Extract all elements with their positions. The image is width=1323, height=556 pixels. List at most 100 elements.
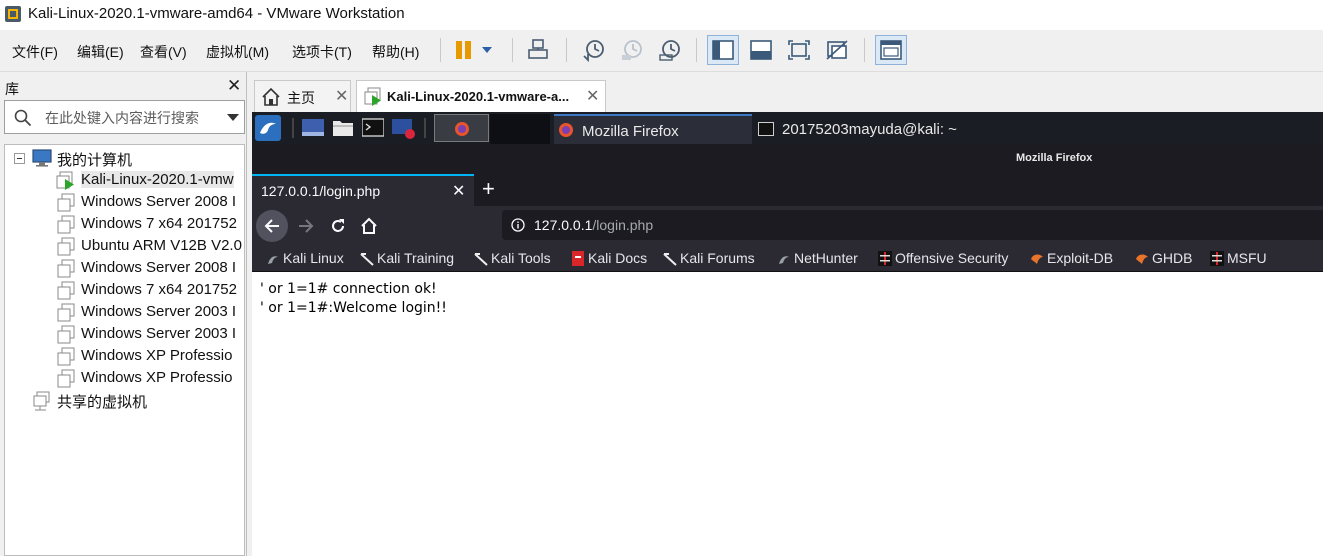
console-view-button[interactable]	[745, 35, 777, 65]
tree-vm-item[interactable]: Windows Server 2003 I	[5, 301, 244, 323]
snapshot-manager-icon	[659, 40, 680, 61]
menu-vm[interactable]: 虚拟机(M)	[206, 42, 269, 62]
file-manager-icon[interactable]	[332, 118, 354, 138]
snapshot-manager-button[interactable]	[654, 35, 686, 65]
vm-icon	[57, 369, 75, 388]
home-button[interactable]	[353, 210, 385, 242]
tree-root-my-computer[interactable]: 我的计算机	[5, 147, 244, 169]
url-host: 127.0.0.1	[534, 217, 593, 233]
tree-vm-label: Windows Server 2008 I	[81, 259, 237, 276]
vm-running-icon	[56, 171, 74, 190]
firefox-tab[interactable]: 127.0.0.1/login.php ✕	[252, 174, 474, 206]
taskbar-firefox-label: Mozilla Firefox	[582, 123, 679, 140]
unity-button[interactable]	[821, 35, 853, 65]
menu-edit[interactable]: 编辑(E)	[77, 42, 124, 62]
firefox-tabbar: 127.0.0.1/login.php ✕ +	[252, 172, 1323, 206]
close-icon[interactable]: ✕	[452, 181, 465, 201]
toolbar-separator	[440, 38, 441, 62]
take-snapshot-button[interactable]	[578, 35, 610, 65]
home-icon	[262, 87, 280, 106]
tree-shared-vms[interactable]: 共享的虚拟机	[5, 389, 244, 411]
search-dropdown-icon[interactable]	[227, 114, 239, 121]
bookmark-label: Kali Forums	[680, 250, 755, 266]
guest-display[interactable]: Mozilla Firefox 20175203mayuda@kali: ~ M…	[252, 112, 1323, 556]
tab-kali-vm[interactable]: Kali-Linux-2020.1-vmware-a... ✕	[356, 80, 606, 112]
tree-shared-label: 共享的虚拟机	[57, 394, 148, 411]
menu-toolbar: 文件(F) 编辑(E) 查看(V) 虚拟机(M) 选项卡(T) 帮助(H)	[0, 30, 1323, 72]
toolbar-separator	[512, 38, 513, 62]
workspace-2[interactable]	[490, 114, 550, 144]
vm-running-icon	[364, 87, 381, 106]
tree-vm-item[interactable]: Windows 7 x64 201752	[5, 279, 244, 301]
reload-button[interactable]	[322, 210, 354, 242]
kali-top-panel: Mozilla Firefox 20175203mayuda@kali: ~	[252, 112, 1323, 144]
send-ctrl-alt-del-button[interactable]	[522, 35, 554, 65]
taskbar-firefox[interactable]: Mozilla Firefox	[554, 114, 752, 144]
bookmark-label: GHDB	[1152, 250, 1193, 266]
terminal-icon	[758, 122, 774, 136]
tree-vm-item[interactable]: Kali-Linux-2020.1-vmw	[5, 169, 244, 191]
send-keys-icon	[528, 39, 548, 59]
library-close-icon[interactable]: ✕	[227, 76, 241, 96]
shared-vms-icon	[33, 391, 50, 411]
menu-tabs[interactable]: 选项卡(T)	[292, 42, 352, 62]
close-icon[interactable]: ✕	[586, 86, 599, 106]
info-icon[interactable]	[511, 218, 525, 232]
vm-tree: 我的计算机 Kali-Linux-2020.1-vmw Windows Serv…	[4, 144, 245, 556]
tab-home[interactable]: 主页 ✕	[254, 80, 351, 112]
back-arrow-icon	[264, 219, 279, 233]
menu-file[interactable]: 文件(F)	[12, 42, 58, 62]
docs-icon	[572, 251, 584, 266]
tree-vm-item[interactable]: Windows Server 2008 I	[5, 257, 244, 279]
bookmark-label: Kali Training	[377, 250, 455, 266]
tree-vm-label: Windows XP Professio	[81, 347, 233, 364]
collapse-icon[interactable]	[14, 153, 25, 164]
unity-icon	[826, 40, 848, 60]
kali-dragon-icon	[360, 253, 374, 266]
tree-vm-label: Windows Server 2008 I	[81, 193, 237, 210]
tree-vm-item[interactable]: Windows 7 x64 201752	[5, 213, 244, 235]
library-search[interactable]	[4, 100, 245, 134]
vm-icon	[57, 303, 75, 322]
tree-vm-item[interactable]: Windows Server 2008 I	[5, 191, 244, 213]
tree-vm-label: Ubuntu ARM V12B V2.0	[81, 237, 242, 254]
search-input[interactable]	[45, 107, 215, 129]
workspace-switcher[interactable]	[434, 114, 489, 142]
url-text: 127.0.0.1/login.php	[534, 217, 653, 233]
tree-vm-item[interactable]: Ubuntu ARM V12B V2.0	[5, 235, 244, 257]
menu-help[interactable]: 帮助(H)	[372, 42, 419, 62]
kali-dragon-icon	[663, 253, 677, 266]
tree-vm-item[interactable]: Windows XP Professio	[5, 367, 244, 389]
screen-recorder-icon[interactable]	[392, 118, 416, 140]
taskbar-terminal[interactable]: 20175203mayuda@kali: ~	[754, 114, 974, 144]
tree-vm-item[interactable]: Windows XP Professio	[5, 345, 244, 367]
show-library-button[interactable]	[707, 35, 739, 65]
bookmark-label: Kali Docs	[588, 250, 648, 266]
kali-menu-icon[interactable]	[255, 115, 281, 141]
result-line-2: ' or 1=1#:Welcome login!!	[260, 300, 447, 316]
thumbnail-bar-button[interactable]	[875, 35, 907, 65]
full-screen-button[interactable]	[783, 35, 815, 65]
pause-button[interactable]	[448, 35, 496, 65]
url-bar[interactable]: 127.0.0.1/login.php	[502, 210, 1323, 240]
kali-dragon-icon	[474, 253, 488, 266]
offsec-icon	[878, 251, 892, 266]
vm-icon	[57, 325, 75, 344]
snapshot-take-icon	[583, 40, 604, 62]
library-title: 库	[5, 81, 19, 97]
tree-vm-item[interactable]: Windows Server 2003 I	[5, 323, 244, 345]
tree-vm-label: Kali-Linux-2020.1-vmw	[81, 171, 234, 188]
menu-view[interactable]: 查看(V)	[140, 42, 187, 62]
url-path: /login.php	[592, 217, 654, 233]
full-screen-icon	[788, 40, 810, 60]
back-button[interactable]	[256, 210, 288, 242]
revert-snapshot-button[interactable]	[616, 35, 648, 65]
show-desktop-icon[interactable]	[302, 118, 324, 138]
tab-vm-label: Kali-Linux-2020.1-vmware-a...	[387, 89, 570, 104]
msfu-icon	[1210, 251, 1224, 266]
close-icon[interactable]: ✕	[335, 86, 348, 106]
terminal-icon[interactable]	[362, 118, 384, 138]
new-tab-icon[interactable]: +	[482, 176, 495, 202]
page-content: ' or 1=1# connection ok! ' or 1=1#:Welco…	[252, 273, 1323, 556]
forward-button[interactable]	[290, 210, 322, 242]
